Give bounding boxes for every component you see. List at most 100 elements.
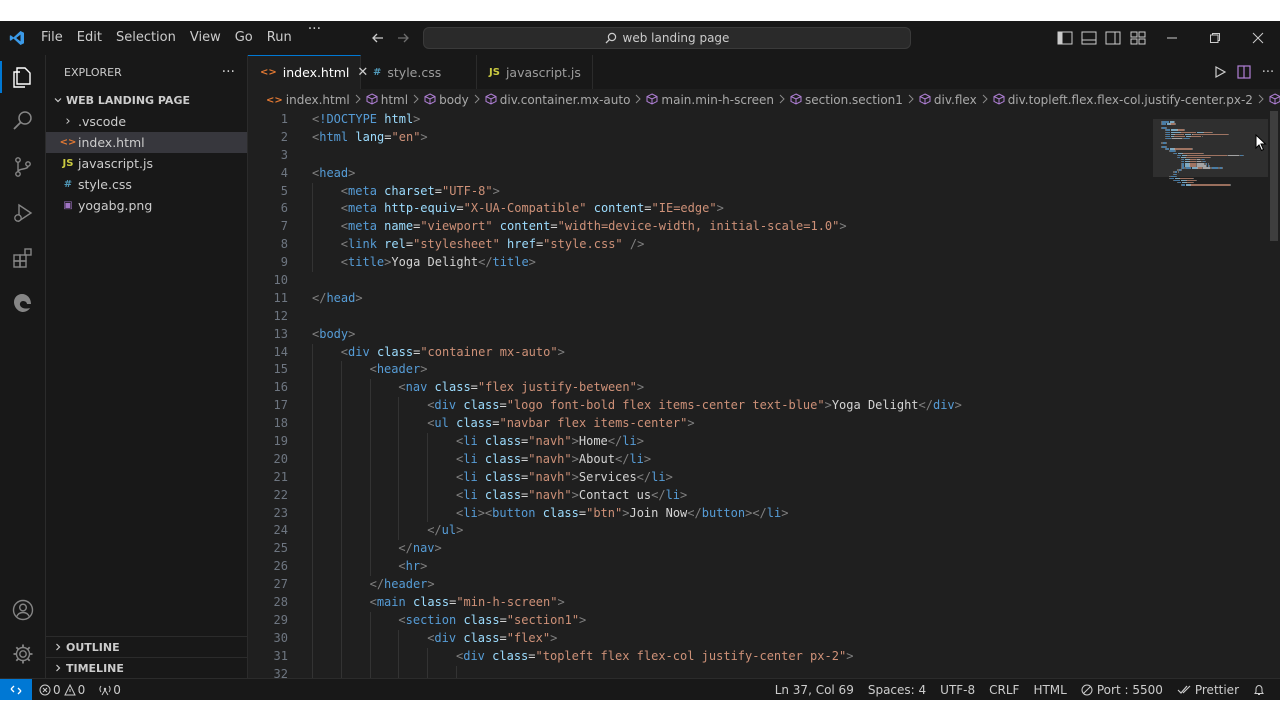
- encoding[interactable]: UTF-8: [933, 683, 982, 697]
- menu-more-icon[interactable]: ···: [299, 21, 330, 55]
- search-icon[interactable]: [0, 99, 46, 143]
- minimize-icon[interactable]: [1150, 21, 1194, 55]
- menu-selection[interactable]: Selection: [109, 21, 183, 55]
- indent-guide: [312, 415, 313, 434]
- code-token: Yoga Delight: [831, 398, 919, 413]
- timeline-section[interactable]: TIMELINE: [46, 657, 248, 678]
- breadcrumb-item[interactable]: html: [366, 92, 408, 108]
- menu-file[interactable]: File: [34, 21, 70, 55]
- toggle-secondary-sidebar-icon[interactable]: [1104, 29, 1122, 47]
- search-icon: [605, 32, 616, 44]
- folder-section-header[interactable]: WEB LANDING PAGE: [46, 89, 247, 111]
- code-line: 18 <ul class="navbar flex items-center">: [248, 415, 1153, 434]
- accounts-icon[interactable]: [0, 588, 46, 632]
- menu-go[interactable]: Go: [228, 21, 260, 55]
- file-tree-item[interactable]: JS javascript.js: [46, 153, 247, 174]
- code-line: 17 <div class="logo font-bold flex items-…: [248, 397, 1153, 416]
- file-tree-item[interactable]: › .vscode: [46, 111, 247, 132]
- minimap-token: [1162, 123, 1166, 125]
- source-control-icon[interactable]: [0, 145, 46, 189]
- language-mode[interactable]: HTML: [1026, 683, 1073, 697]
- file-tree-item[interactable]: <> index.html: [46, 132, 247, 153]
- cursor-position[interactable]: Ln 37, Col 69: [768, 683, 861, 697]
- indent-guide: [369, 468, 371, 487]
- code-line: 21 <li class="navh">Services</li>: [248, 468, 1153, 487]
- menu-run[interactable]: Run: [260, 21, 299, 55]
- minimap-token: [1190, 135, 1201, 138]
- menu-view[interactable]: View: [183, 21, 228, 55]
- notifications-bell-icon[interactable]: [1246, 684, 1272, 696]
- restore-icon[interactable]: [1193, 21, 1237, 55]
- breadcrumb-label: div.flex: [933, 93, 977, 107]
- code-editor[interactable]: 1 <!DOCTYPE html> 2 <html lang="en"> 3 4 <head…: [248, 111, 1153, 678]
- end-of-line[interactable]: CRLF: [982, 683, 1026, 697]
- file-tree-item[interactable]: ▣ yogabg.png: [46, 195, 247, 216]
- editor-tab[interactable]: <> index.html ✕: [248, 55, 368, 89]
- code-token: "UTF-8": [441, 183, 493, 198]
- line-number: 25: [273, 541, 288, 556]
- breadcrumb-item[interactable]: div.flex: [919, 92, 977, 108]
- breadcrumb-item[interactable]: main.min-h-screen: [646, 92, 774, 108]
- code-token: <: [340, 237, 349, 252]
- breadcrumb-item[interactable]: section.section1: [790, 92, 903, 108]
- forward-arrow-icon[interactable]: [391, 21, 415, 55]
- indent-guide: [398, 468, 400, 487]
- split-editor-icon[interactable]: [1232, 65, 1256, 79]
- run-file-icon[interactable]: [1208, 65, 1232, 79]
- explorer-more-icon[interactable]: ···: [222, 64, 235, 80]
- scrollbar-thumb[interactable]: [1270, 111, 1278, 241]
- explorer-icon[interactable]: [0, 55, 46, 99]
- code-text: <div class="logo font-bold flex items-ce…: [427, 397, 962, 415]
- manage-gear-icon[interactable]: [0, 632, 46, 676]
- breadcrumb-item[interactable]: div#butt..flex: [1269, 92, 1280, 108]
- breadcrumb-item[interactable]: div.container.mx-auto: [485, 92, 630, 108]
- command-center-search[interactable]: web landing page: [423, 27, 911, 49]
- line-number: 18: [273, 416, 288, 431]
- code-token: =: [499, 612, 507, 627]
- image-file-icon: ▣: [63, 200, 73, 211]
- breadcrumb-item[interactable]: div.topleft.flex.flex-col.justify-center…: [993, 92, 1253, 108]
- minimap[interactable]: [1153, 111, 1268, 678]
- line-number: 29: [273, 612, 288, 627]
- editor-scrollbar[interactable]: [1268, 111, 1280, 678]
- editor-more-icon[interactable]: ···: [1256, 65, 1280, 80]
- problems-indicator[interactable]: 0 0: [32, 683, 92, 697]
- code-line: 27 </header>: [248, 576, 1153, 595]
- minimap-token: [1192, 148, 1194, 150]
- line-number: 16: [273, 380, 288, 395]
- code-token: class: [463, 630, 500, 645]
- line-number: 2: [280, 129, 288, 144]
- timeline-label: TIMELINE: [66, 661, 124, 675]
- breadcrumb-item[interactable]: <> index.html: [266, 93, 350, 107]
- file-tree-item[interactable]: # style.css: [46, 174, 247, 195]
- edge-devtools-icon[interactable]: [0, 281, 46, 325]
- ports-indicator[interactable]: 0: [92, 683, 128, 697]
- customize-layout-icon[interactable]: [1129, 29, 1147, 47]
- editor-tab[interactable]: # style.css: [361, 55, 477, 89]
- minimap-token: [1222, 167, 1224, 169]
- prettier-status[interactable]: Prettier: [1170, 683, 1246, 697]
- code-token: >: [781, 505, 789, 520]
- code-text: <head>: [312, 165, 355, 183]
- extensions-icon[interactable]: [0, 236, 46, 280]
- code-token: <: [398, 612, 406, 627]
- outline-section[interactable]: OUTLINE: [46, 636, 248, 657]
- indentation[interactable]: Spaces: 4: [861, 683, 933, 697]
- code-token: li: [463, 469, 478, 484]
- live-server-port[interactable]: Port : 5500: [1074, 683, 1170, 697]
- indent-guide: [398, 522, 400, 541]
- back-arrow-icon[interactable]: [366, 21, 390, 55]
- menu-edit[interactable]: Edit: [70, 21, 109, 55]
- sidebar-bottom-sections: OUTLINE TIMELINE: [46, 636, 248, 678]
- code-token: ul: [434, 416, 449, 431]
- editor-tab[interactable]: JS javascript.js: [477, 55, 593, 89]
- toggle-primary-sidebar-icon[interactable]: [1056, 29, 1074, 47]
- breadcrumb-item[interactable]: body: [424, 92, 469, 108]
- code-token: class: [463, 612, 500, 627]
- remote-indicator-icon[interactable]: [0, 678, 32, 700]
- toggle-panel-icon[interactable]: [1080, 29, 1098, 47]
- run-debug-icon[interactable]: [0, 191, 46, 235]
- close-icon[interactable]: [1236, 21, 1280, 55]
